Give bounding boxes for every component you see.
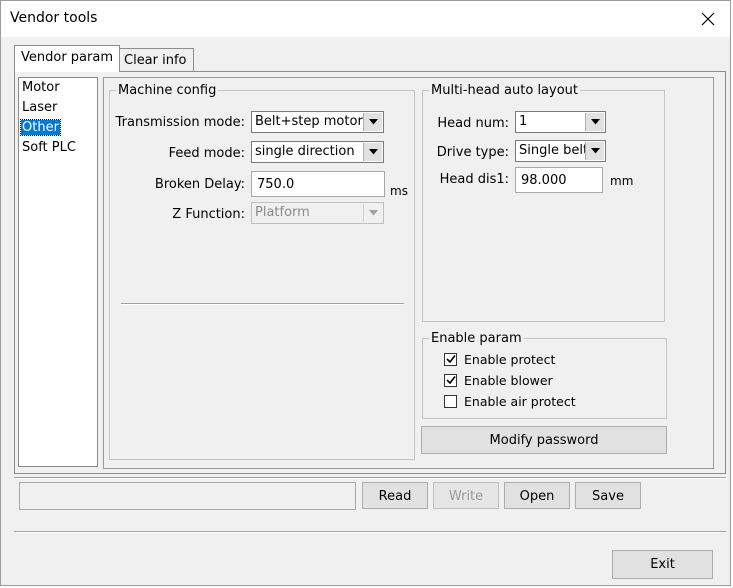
chevron-down-icon [368,149,378,155]
drive-type-label: Drive type: [436,145,509,160]
broken-delay-input[interactable] [251,171,385,197]
enable-param-title: Enable param [431,331,522,346]
close-icon [701,12,715,26]
status-field [19,482,356,510]
modify-password-button[interactable]: Modify password [421,426,667,454]
chevron-down-icon [368,119,378,125]
list-item-laser[interactable]: Laser [19,98,97,118]
vendor-tools-dialog: Vendor tools Vendor param Clear info Mot… [0,0,731,586]
enable-blower-checkbox[interactable]: Enable blower [444,371,553,389]
transmission-mode-label: Transmission mode: [115,115,245,130]
z-function-value: Platform [255,205,310,220]
window-title: Vendor tools [10,10,98,26]
head-num-label: Head num: [437,116,509,131]
z-function-label: Z Function: [172,207,245,222]
machine-config-title: Machine config [118,83,217,98]
dropdown-button[interactable] [585,113,604,131]
read-button[interactable]: Read [362,482,428,509]
feed-mode-value: single direction [255,144,355,159]
exit-button[interactable]: Exit [612,550,713,579]
checkbox-box[interactable] [444,394,457,408]
checkbox-box[interactable] [444,373,457,387]
dropdown-button[interactable] [363,113,382,131]
broken-delay-label: Broken Delay: [154,177,245,192]
write-button: Write [433,482,499,509]
enable-air-protect-checkbox[interactable]: Enable air protect [444,392,576,410]
list-item-label: Motor [22,80,60,95]
head-dis1-label: Head dis1: [439,172,509,187]
chevron-down-icon [590,119,600,125]
feed-mode-select[interactable]: single direction [251,141,384,163]
enable-protect-checkbox[interactable]: Enable protect [444,350,555,368]
close-button[interactable] [686,1,730,37]
checkbox-box[interactable] [444,352,457,366]
dropdown-button [363,204,382,222]
title-bar: Vendor tools [1,1,730,37]
list-item-other[interactable]: Other [19,118,97,138]
checkmark-icon [445,376,456,385]
chevron-down-icon [590,148,600,154]
tab-vendor-param[interactable]: Vendor param [14,45,120,72]
separator-line [121,303,404,305]
feed-mode-label: Feed mode: [168,146,245,161]
open-button[interactable]: Open [504,482,570,509]
drive-type-select[interactable]: Single belt [515,140,606,162]
tab-clear-info[interactable]: Clear info [117,48,194,73]
dropdown-button[interactable] [585,142,604,160]
checkmark-icon [445,355,456,364]
footer-separator [14,531,726,533]
category-list[interactable]: Motor Laser Other Soft PLC [18,77,98,467]
head-num-select[interactable]: 1 [515,111,606,133]
checkbox-label: Enable blower [464,372,553,388]
save-button[interactable]: Save [575,482,641,509]
list-item-label: Soft PLC [22,140,76,155]
list-item-motor[interactable]: Motor [19,78,97,98]
checkbox-label: Enable protect [464,351,556,367]
drive-type-value: Single belt [519,143,589,158]
z-function-select: Platform [251,202,384,224]
list-item-soft-plc[interactable]: Soft PLC [19,138,97,158]
tab-label: Vendor param [21,50,113,65]
head-dis1-input[interactable] [515,167,603,193]
head-num-value: 1 [519,114,528,129]
bottom-separator [14,477,726,479]
head-dis1-unit: mm [610,174,634,188]
dropdown-button[interactable] [363,143,382,161]
list-item-label: Other [20,119,61,136]
tab-label: Clear info [124,53,187,68]
transmission-mode-value: Belt+step motor [255,114,363,129]
broken-delay-unit: ms [390,184,408,198]
checkbox-label: Enable air protect [464,393,576,409]
machine-config-group: Machine config [109,83,415,460]
chevron-down-icon [368,210,378,216]
list-item-label: Laser [22,100,58,115]
multi-head-layout-title: Multi-head auto layout [431,83,579,98]
transmission-mode-select[interactable]: Belt+step motor [251,111,384,133]
